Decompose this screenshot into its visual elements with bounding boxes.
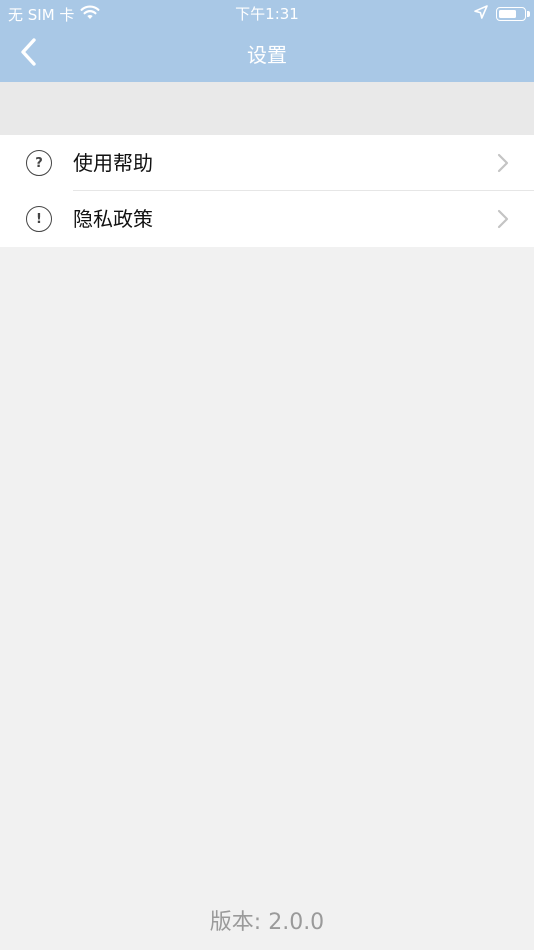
- version-text: 版本: 2.0.0: [209, 910, 325, 935]
- menu-item-help[interactable]: ? 使用帮助: [0, 135, 534, 191]
- location-arrow-icon: [474, 5, 488, 23]
- chevron-right-icon: [496, 153, 510, 173]
- header: 无 SIM 卡 下午1:31 设置: [0, 0, 534, 82]
- nav-bar: 设置: [0, 28, 534, 82]
- menu-item-privacy[interactable]: ! 隐私政策: [0, 191, 534, 247]
- settings-screen: 无 SIM 卡 下午1:31 设置 ? 使用帮助 ! 隐私政策 版本: 2.0.…: [0, 0, 534, 950]
- question-circle-icon: ?: [26, 150, 52, 176]
- status-time: 下午1:31: [235, 5, 299, 23]
- page-title: 设置: [247, 43, 287, 67]
- status-bar: 无 SIM 卡 下午1:31: [0, 0, 534, 28]
- battery-icon: [496, 7, 530, 21]
- section-gap: [0, 82, 534, 135]
- chevron-right-icon: [496, 209, 510, 229]
- settings-menu-list: ? 使用帮助 ! 隐私政策: [0, 135, 534, 247]
- status-right: [474, 4, 530, 24]
- menu-item-label: 使用帮助: [73, 151, 153, 175]
- exclamation-circle-icon: !: [26, 206, 52, 232]
- menu-item-label: 隐私政策: [73, 207, 153, 231]
